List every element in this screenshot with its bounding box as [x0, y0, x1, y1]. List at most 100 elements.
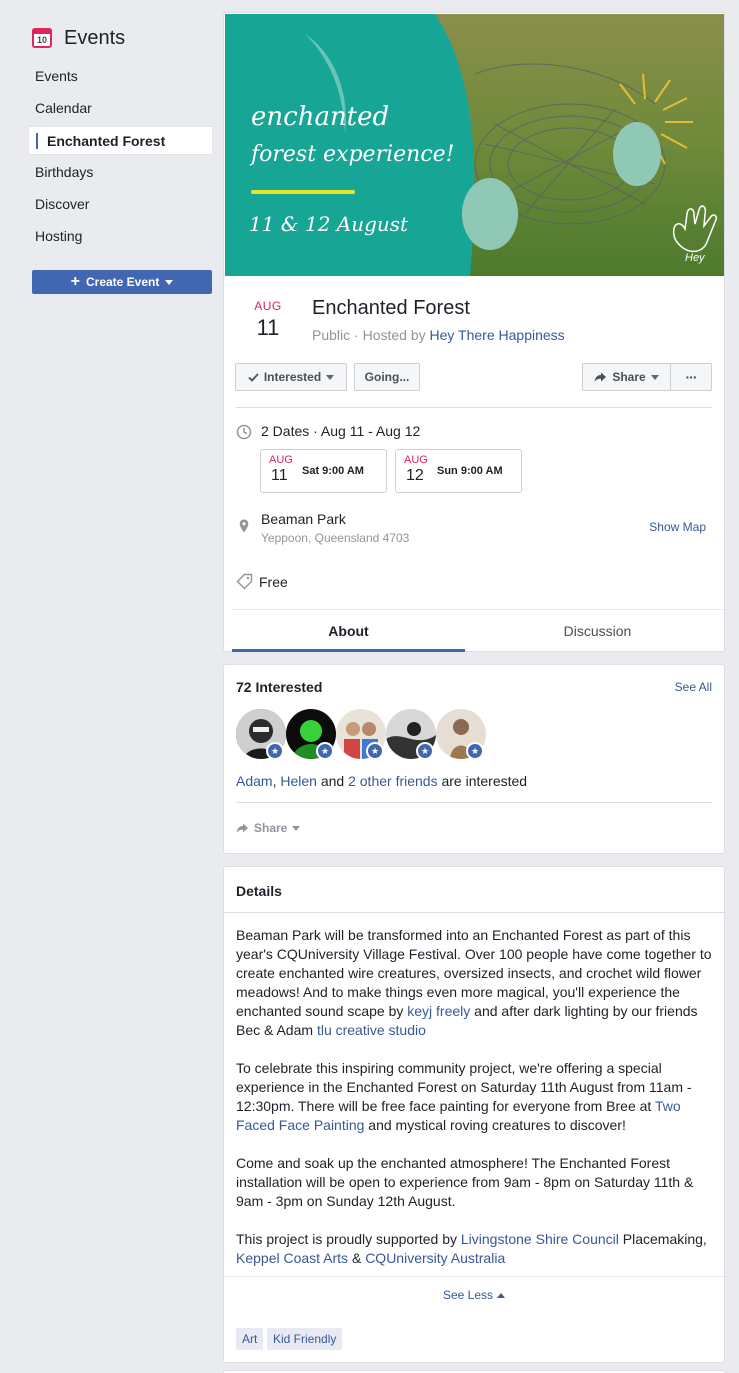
interested-card: 72 Interested See All ★ ★ ★ ★ ★ Adam, He…: [223, 664, 725, 854]
location-row: Beaman Park Yeppoon, Queensland 4703 Sho…: [236, 511, 712, 551]
going-label: Going...: [364, 370, 410, 384]
chevron-up-icon: [497, 1293, 506, 1299]
event-subtitle: Public · Hosted by Hey There Happiness: [312, 327, 565, 343]
event-privacy: Public: [312, 327, 351, 343]
ticket-tag-icon: [236, 573, 253, 590]
divider: [236, 407, 712, 408]
star-badge-icon: ★: [366, 742, 384, 760]
location-name[interactable]: Beaman Park: [261, 511, 346, 527]
event-dates-row: 2 Dates · Aug 11 - Aug 12: [236, 423, 712, 443]
cover-logo-text: Hey: [685, 252, 705, 264]
cover-dates: 11 & 12 August: [249, 212, 409, 236]
share-arrow-icon: [236, 823, 248, 833]
sidebar-item-enchanted-forest[interactable]: Enchanted Forest: [28, 126, 213, 155]
date-option-time: Sun 9:00 AM: [437, 465, 503, 477]
date-option-1[interactable]: AUG 11 Sat 9:00 AM: [260, 449, 387, 493]
hosted-by-text: · Hosted by: [350, 327, 430, 343]
cover-text-line1: enchanted: [251, 102, 390, 132]
map-pin-icon: [239, 519, 249, 533]
more-options-button[interactable]: ···: [670, 363, 712, 391]
calendar-icon: 10: [32, 28, 52, 48]
details-description: Beaman Park will be transformed into an …: [236, 926, 712, 1287]
share-label: Share: [612, 370, 646, 384]
sidebar-title: Events: [64, 26, 126, 49]
date-option-day: 11: [271, 467, 288, 484]
event-tabs: About Discussion: [232, 609, 724, 652]
see-all-link[interactable]: See All: [675, 680, 712, 694]
tag-kid-friendly[interactable]: Kid Friendly: [267, 1328, 343, 1350]
details-paragraph: This project is proudly supported by Liv…: [236, 1231, 707, 1266]
star-badge-icon: ★: [416, 742, 434, 760]
other-friends-link[interactable]: 2 other friends: [348, 773, 438, 789]
details-paragraph: To celebrate this inspiring community pr…: [236, 1060, 692, 1133]
share-arrow-icon: [594, 372, 607, 382]
more-icon: ···: [685, 369, 698, 385]
tag-art[interactable]: Art: [236, 1328, 264, 1350]
location-address: Yeppoon, Queensland 4703: [261, 531, 410, 545]
keyj-freely-link[interactable]: keyj freely: [407, 1003, 470, 1019]
create-event-button[interactable]: + Create Event: [32, 270, 212, 294]
keppel-coast-arts-link[interactable]: Keppel Coast Arts: [236, 1250, 348, 1266]
cover-underline: [251, 190, 355, 194]
sidebar-item-events[interactable]: Events: [28, 62, 213, 91]
create-event-label: Create Event: [85, 275, 160, 289]
details-title: Details: [236, 883, 282, 899]
details-card: Details Beaman Park will be transformed …: [223, 866, 725, 1363]
tab-discussion[interactable]: Discussion: [481, 610, 714, 652]
event-day: 11: [256, 315, 280, 340]
see-less-label: See Less: [442, 1288, 494, 1302]
plus-icon: +: [70, 273, 80, 290]
share-button[interactable]: Share: [582, 363, 671, 391]
see-less-button[interactable]: See Less: [224, 1288, 724, 1302]
tab-about[interactable]: About: [232, 610, 465, 652]
checkmark-icon: [248, 372, 259, 382]
cover-text-line2: forest experience!: [251, 142, 455, 167]
divider: [236, 802, 712, 803]
show-map-link[interactable]: Show Map: [649, 520, 706, 534]
event-header-card: enchanted forest experience! 11 & 12 Aug…: [223, 12, 725, 652]
date-option-2[interactable]: AUG 12 Sun 9:00 AM: [395, 449, 522, 493]
tlu-creative-studio-link[interactable]: tlu creative studio: [317, 1022, 426, 1038]
chevron-down-icon: [165, 279, 174, 285]
clock-icon: [236, 424, 252, 440]
event-date-block: AUG 11: [244, 299, 292, 341]
price-row: Free: [236, 573, 712, 593]
sidebar-item-birthdays[interactable]: Birthdays: [28, 158, 213, 187]
chevron-down-icon: [650, 374, 659, 380]
divider: [224, 1276, 724, 1277]
cquniversity-australia-link[interactable]: CQUniversity Australia: [365, 1250, 505, 1266]
interested-label: Interested: [263, 370, 322, 384]
dates-summary: 2 Dates · Aug 11 - Aug 12: [261, 423, 421, 439]
chevron-down-icon: [326, 374, 335, 380]
sidebar-item-hosting[interactable]: Hosting: [28, 222, 213, 251]
price-text: Free: [259, 574, 288, 590]
date-option-time: Sat 9:00 AM: [302, 465, 364, 477]
friends-interested-text: Adam, Helen and 2 other friends are inte…: [236, 773, 528, 789]
share-interested-button[interactable]: Share: [236, 821, 301, 835]
event-title: Enchanted Forest: [312, 297, 470, 319]
event-cover-photo[interactable]: enchanted forest experience! 11 & 12 Aug…: [225, 14, 724, 276]
date-option-day: 12: [406, 467, 424, 484]
star-badge-icon: ★: [316, 742, 334, 760]
interested-count: 72 Interested: [236, 679, 323, 695]
date-option-month: AUG: [404, 454, 428, 466]
friend-link[interactable]: Adam: [236, 773, 273, 789]
interested-button[interactable]: Interested: [235, 363, 347, 391]
going-button[interactable]: Going...: [354, 363, 420, 391]
chevron-down-icon: [292, 825, 301, 831]
share-label: Share: [254, 821, 288, 835]
date-option-month: AUG: [269, 454, 293, 466]
sidebar-item-discover[interactable]: Discover: [28, 190, 213, 219]
host-link[interactable]: Hey There Happiness: [430, 327, 565, 343]
divider: [224, 912, 724, 913]
star-badge-icon: ★: [466, 742, 484, 760]
details-paragraph: Come and soak up the enchanted atmospher…: [236, 1155, 694, 1209]
livingstone-shire-council-link[interactable]: Livingstone Shire Council: [461, 1231, 619, 1247]
sidebar-header[interactable]: 10 Events: [28, 22, 213, 54]
sidebar-item-calendar[interactable]: Calendar: [28, 94, 213, 123]
details-paragraph: Beaman Park will be transformed into an …: [236, 927, 712, 1038]
events-sidebar: 10 Events Events Calendar Enchanted Fore…: [28, 22, 213, 294]
friend-link[interactable]: Helen: [280, 773, 317, 789]
star-badge-icon: ★: [266, 742, 284, 760]
event-month: AUG: [254, 299, 282, 313]
